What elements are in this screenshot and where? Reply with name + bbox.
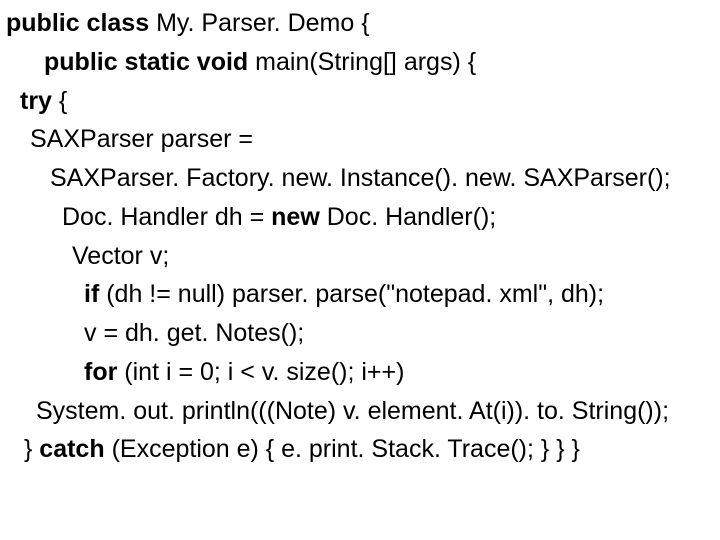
code-line-6: Doc. Handler dh = new Doc. Handler(); (6, 198, 714, 237)
code-line-3: try { (6, 82, 714, 121)
code-block: public class My. Parser. Demo { public s… (6, 4, 714, 469)
text-vector: Vector v; (72, 242, 169, 270)
text-classname: My. Parser. Demo { (156, 9, 370, 37)
text-if-body: (dh != null) parser. parse("notepad. xml… (106, 280, 604, 308)
keyword-public-static-void: public static void (44, 48, 255, 76)
code-line-9: v = dh. get. Notes(); (6, 314, 714, 353)
keyword-try: try (20, 87, 59, 115)
text-brace: { (59, 87, 67, 115)
code-line-1: public class My. Parser. Demo { (6, 4, 714, 43)
text-catch-b: (Exception e) { e. print. Stack. Trace()… (112, 435, 580, 463)
code-line-12: } catch (Exception e) { e. print. Stack.… (6, 430, 714, 469)
keyword-if: if (84, 280, 106, 308)
text-parser-decl: SAXParser parser = (30, 125, 253, 153)
code-line-10: for (int i = 0; i < v. size(); i++) (6, 353, 714, 392)
code-line-2: public static void main(String[] args) { (6, 43, 714, 82)
code-line-4: SAXParser parser = (6, 120, 714, 159)
keyword-for: for (84, 358, 124, 386)
text-println: System. out. println(((Note) v. element.… (36, 397, 669, 425)
code-line-8: if (dh != null) parser. parse("notepad. … (6, 275, 714, 314)
text-catch-a: } (24, 435, 39, 463)
keyword-catch: catch (39, 435, 111, 463)
text-main-sig: main(String[] args) { (255, 48, 476, 76)
text-dochandler-b: Doc. Handler(); (327, 203, 497, 231)
text-for-body: (int i = 0; i < v. size(); i++) (124, 358, 404, 386)
text-getnotes: v = dh. get. Notes(); (84, 319, 304, 347)
code-line-11: System. out. println(((Note) v. element.… (6, 392, 714, 431)
text-parser-factory: SAXParser. Factory. new. Instance(). new… (50, 164, 671, 192)
code-line-7: Vector v; (6, 237, 714, 276)
keyword-public-class: public class (6, 9, 156, 37)
keyword-new: new (271, 203, 327, 231)
text-dochandler-a: Doc. Handler dh = (62, 203, 271, 231)
code-line-5: SAXParser. Factory. new. Instance(). new… (6, 159, 714, 198)
